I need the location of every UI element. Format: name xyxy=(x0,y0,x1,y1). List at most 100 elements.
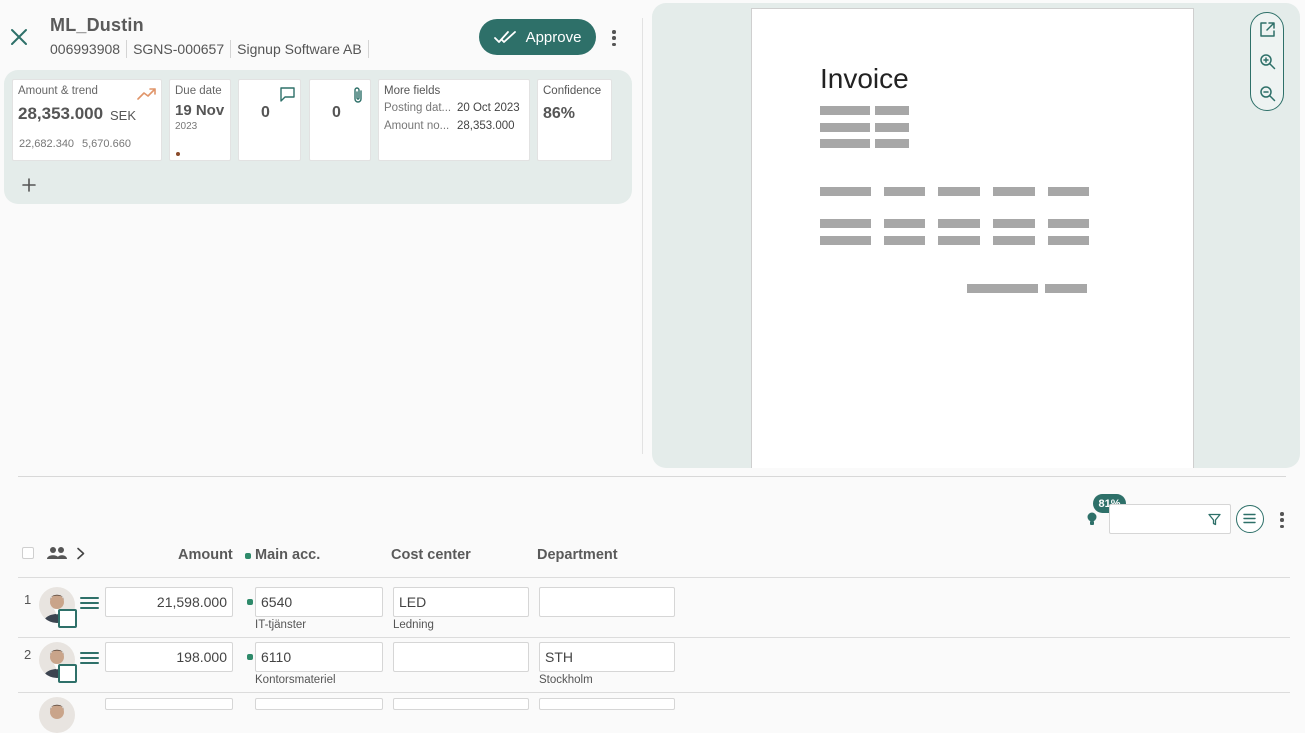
department-field[interactable] xyxy=(539,587,675,617)
due-status-dot xyxy=(176,152,180,156)
header-divider xyxy=(18,577,1290,578)
row-checkbox[interactable] xyxy=(58,609,77,628)
amount-net: 22,682.340 xyxy=(19,138,75,150)
doc-placeholder-line xyxy=(967,284,1038,293)
person-photo xyxy=(50,704,64,719)
doc-placeholder-line xyxy=(884,236,925,245)
more-options-icon[interactable] xyxy=(607,28,621,48)
amount-label: Amount & trend xyxy=(18,85,98,97)
amount-card[interactable]: Amount & trend 28,353.000 SEK 22,682.340… xyxy=(12,79,162,161)
zoom-in-icon[interactable] xyxy=(1259,53,1276,70)
select-all-checkbox[interactable] xyxy=(22,547,34,559)
more-field-value: 20 Oct 2023 xyxy=(457,102,520,114)
row-divider xyxy=(18,692,1290,693)
cost-center-field[interactable] xyxy=(393,642,529,672)
required-indicator xyxy=(247,599,253,605)
double-check-icon xyxy=(493,31,516,43)
doc-placeholder-line xyxy=(1048,219,1089,228)
table-filter-input[interactable] xyxy=(1109,504,1231,534)
col-header-amount[interactable]: Amount xyxy=(178,547,233,563)
doc-placeholder-line xyxy=(1045,284,1087,293)
amount-field[interactable]: 21,598.000 xyxy=(105,587,233,617)
doc-placeholder-line xyxy=(820,219,871,228)
col-header-main-acc[interactable]: Main acc. xyxy=(255,547,320,563)
avatar[interactable] xyxy=(39,697,75,733)
approve-button[interactable]: Approve xyxy=(479,19,596,55)
row-menu-icon[interactable] xyxy=(80,596,99,610)
due-date-day: 19 Nov xyxy=(175,102,225,119)
lightbulb-icon[interactable] xyxy=(1086,511,1098,527)
zoom-out-icon[interactable] xyxy=(1259,85,1276,102)
comments-card[interactable]: 0 xyxy=(238,79,301,161)
invoice-doc-title: Invoice xyxy=(820,63,909,94)
more-fields-card[interactable]: More fields Posting dat... 20 Oct 2023 A… xyxy=(378,79,530,161)
doc-placeholder-line xyxy=(820,123,870,132)
due-date-label: Due date xyxy=(175,85,222,97)
section-divider xyxy=(18,476,1286,477)
company-name: Signup Software AB xyxy=(237,41,362,57)
due-date-year: 2023 xyxy=(175,121,198,132)
close-icon[interactable] xyxy=(8,26,30,48)
more-fields-label: More fields xyxy=(384,85,441,97)
doc-placeholder-line xyxy=(993,236,1035,245)
main-acc-field[interactable]: 6540 xyxy=(255,587,383,617)
doc-placeholder-line xyxy=(875,123,909,132)
row-menu-icon[interactable] xyxy=(80,651,99,665)
confidence-value: 86% xyxy=(543,105,576,122)
divider xyxy=(230,40,232,58)
row-checkbox[interactable] xyxy=(58,664,77,683)
supplier-number: 006993908 xyxy=(50,41,121,57)
list-view-button[interactable] xyxy=(1236,505,1264,533)
invoice-viewer: Invoice xyxy=(652,3,1300,468)
row-number: 2 xyxy=(24,647,32,662)
due-date-card[interactable]: Due date 19 Nov 2023 xyxy=(169,79,231,161)
amount-value: 28,353.000 xyxy=(18,104,104,123)
panel-divider xyxy=(642,18,643,454)
cost-center-description: Ledning xyxy=(393,619,434,631)
menu-lines-icon xyxy=(1243,513,1256,524)
department-field[interactable]: STH xyxy=(539,642,675,672)
required-indicator xyxy=(247,654,253,660)
confidence-label: Confidence xyxy=(543,85,602,97)
attachments-count: 0 xyxy=(332,104,341,121)
doc-placeholder-line xyxy=(820,139,870,148)
doc-placeholder-line xyxy=(938,219,980,228)
page-title: ML_Dustin xyxy=(50,15,144,35)
main-acc-description: IT-tjänster xyxy=(255,619,307,631)
invoice-page: Invoice xyxy=(751,8,1194,468)
filter-icon xyxy=(1208,513,1221,526)
paperclip-icon xyxy=(354,87,362,103)
more-field-value: 28,353.000 xyxy=(457,120,515,132)
trend-up-icon xyxy=(137,88,156,100)
department-field[interactable] xyxy=(539,698,675,710)
doc-placeholder-line xyxy=(884,219,925,228)
main-acc-field[interactable]: 6110 xyxy=(255,642,383,672)
chevron-right-icon[interactable] xyxy=(76,547,86,560)
doc-placeholder-line xyxy=(1048,236,1089,245)
amount-vat: 5,670.660 xyxy=(82,138,131,150)
amount-field[interactable]: 198.000 xyxy=(105,642,233,672)
required-indicator xyxy=(245,553,251,559)
attachments-card[interactable]: 0 xyxy=(309,79,371,161)
doc-placeholder-line xyxy=(820,236,871,245)
row-number: 1 xyxy=(24,592,32,607)
doc-placeholder-line xyxy=(938,236,980,245)
cost-center-field[interactable] xyxy=(393,698,529,710)
open-external-icon[interactable] xyxy=(1259,21,1276,38)
col-header-cost-center[interactable]: Cost center xyxy=(391,547,471,563)
approve-label: Approve xyxy=(525,28,582,46)
doc-placeholder-line xyxy=(820,106,870,115)
col-header-department[interactable]: Department xyxy=(537,547,618,563)
amount-field[interactable] xyxy=(105,698,233,710)
confidence-card[interactable]: Confidence 86% xyxy=(537,79,612,161)
cost-center-field[interactable]: LED xyxy=(393,587,529,617)
more-field-key: Amount no... xyxy=(384,120,450,132)
invoice-subline: 006993908 SGNS-000657 Signup Software AB xyxy=(50,40,375,58)
divider xyxy=(367,40,369,58)
add-icon[interactable] xyxy=(22,178,36,192)
table-more-options-icon[interactable] xyxy=(1275,510,1289,530)
users-icon[interactable] xyxy=(46,546,68,560)
main-acc-field[interactable] xyxy=(255,698,383,710)
amount-currency: SEK xyxy=(110,108,137,123)
comments-count: 0 xyxy=(261,104,270,121)
